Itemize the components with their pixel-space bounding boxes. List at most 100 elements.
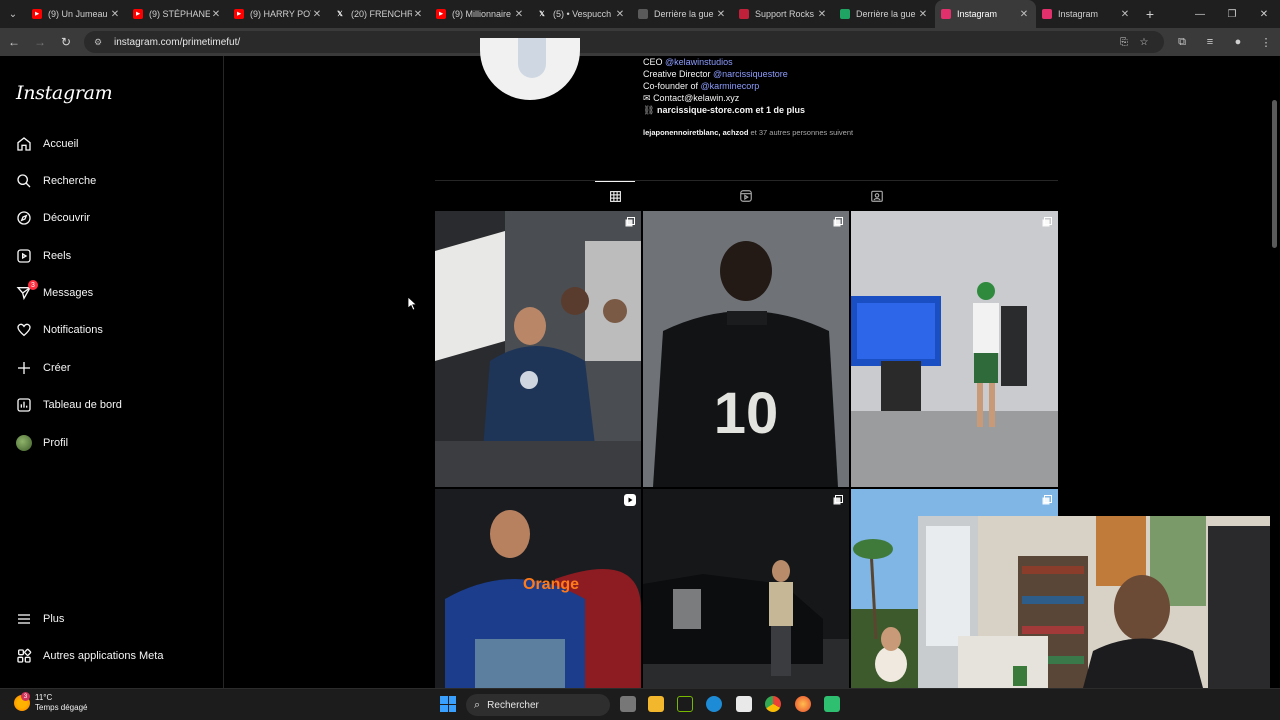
- sidebar-item-reels[interactable]: Reels: [16, 243, 71, 269]
- weather-badge: 3: [21, 692, 30, 701]
- maximize-icon[interactable]: ❐: [1216, 9, 1248, 20]
- sidebar-item-label: Plus: [43, 613, 65, 625]
- sidebar-item-profil[interactable]: Profil: [16, 430, 68, 456]
- browser-tab[interactable]: Instagram ✕: [1036, 0, 1137, 28]
- chrome-menu-icon[interactable]: ⋮: [1252, 36, 1280, 49]
- carousel-icon: [1041, 494, 1053, 506]
- chrome-icon[interactable]: [765, 696, 781, 712]
- close-window-icon[interactable]: ✕: [1248, 9, 1280, 20]
- sidebar-item-recherche[interactable]: Recherche: [16, 168, 96, 194]
- post-3[interactable]: [851, 211, 1058, 487]
- sidebar-item-notifications[interactable]: Notifications: [16, 317, 103, 343]
- browser-tab[interactable]: Derrière la gue ✕: [834, 0, 935, 28]
- browser-tab[interactable]: ▶ (9) Un Jumeau ✕: [26, 0, 127, 28]
- back-icon[interactable]: ←: [2, 30, 26, 54]
- new-tab-button[interactable]: +: [1137, 6, 1163, 22]
- sidebar-item-label: Accueil: [43, 138, 79, 150]
- nvidia-icon[interactable]: [677, 696, 693, 712]
- browser-tab[interactable]: Support Rocks ✕: [733, 0, 834, 28]
- sidebar-item-label: Reels: [43, 250, 72, 262]
- sidebar-item-plus[interactable]: Plus: [16, 606, 64, 632]
- browser-toolbar: ← → ↻ ⚙ instagram.com/primetimefut/ ⎘ ☆ …: [0, 28, 1280, 56]
- post-1[interactable]: [435, 211, 641, 487]
- close-tab-icon[interactable]: ✕: [412, 9, 424, 20]
- mouse-cursor-icon: [408, 297, 418, 311]
- sidebar-item-messages[interactable]: 3 Messages: [16, 280, 93, 306]
- reload-icon[interactable]: ↻: [54, 30, 78, 54]
- media-controls-icon[interactable]: ≡: [1196, 36, 1224, 49]
- minimize-icon[interactable]: —: [1184, 9, 1216, 20]
- edge-icon[interactable]: [706, 696, 722, 712]
- install-app-icon[interactable]: ⎘: [1114, 37, 1134, 48]
- jersey-sponsor: Orange: [523, 576, 579, 593]
- scrollbar-thumb[interactable]: [1272, 100, 1277, 248]
- tab-title: (9) HARRY POT: [250, 9, 311, 19]
- sidebar-item-label: Notifications: [43, 324, 103, 336]
- avatar: [16, 435, 32, 451]
- browser-tab[interactable]: Instagram ✕: [935, 0, 1036, 28]
- tab-reels[interactable]: [726, 181, 766, 211]
- bio-link-kelawinstudios[interactable]: @kelawinstudios: [665, 57, 733, 67]
- taskbar-search[interactable]: ⌕ Rechercher: [466, 694, 610, 716]
- reels-icon: [16, 248, 32, 264]
- weather-sun-icon: 3: [14, 692, 30, 711]
- sidebar-item-creer[interactable]: Créer: [16, 355, 71, 381]
- close-tab-icon[interactable]: ✕: [109, 9, 121, 20]
- profile-avatar[interactable]: [480, 38, 580, 100]
- browser-tab[interactable]: ▶ (9) HARRY POT ✕: [228, 0, 329, 28]
- webcam-overlay: [918, 516, 1280, 688]
- unread-badge: 3: [28, 280, 38, 290]
- firefox-icon[interactable]: [795, 696, 811, 712]
- browser-tab[interactable]: 𝕏 (5) • Vespucch ✕: [531, 0, 632, 28]
- store-icon[interactable]: [736, 696, 752, 712]
- weather-widget[interactable]: 3 11°C Temps dégagé: [14, 692, 87, 713]
- file-explorer-icon[interactable]: [648, 696, 664, 712]
- tab-search-icon[interactable]: ⌄: [0, 0, 26, 28]
- browser-tab[interactable]: Derrière la gue ✕: [632, 0, 733, 28]
- compass-icon: [16, 210, 32, 226]
- close-tab-icon[interactable]: ✕: [513, 9, 525, 20]
- post-4[interactable]: Orange: [435, 489, 641, 688]
- tab-title: (20) FRENCHRI: [351, 9, 412, 19]
- forward-icon[interactable]: →: [28, 30, 52, 54]
- post-5[interactable]: [643, 489, 849, 688]
- bio-link-karminecorp[interactable]: @karminecorp: [701, 81, 760, 91]
- close-tab-icon[interactable]: ✕: [816, 9, 828, 20]
- profile-icon[interactable]: ●: [1224, 36, 1252, 49]
- streaming-app-icon[interactable]: [824, 696, 840, 712]
- sidebar-item-tableau-de-bord[interactable]: Tableau de bord: [16, 392, 122, 418]
- close-tab-icon[interactable]: ✕: [311, 9, 323, 20]
- windows-start-icon[interactable]: [440, 696, 456, 712]
- website-link[interactable]: narcissique-store.com et 1 de plus: [657, 105, 805, 115]
- heart-icon: [16, 322, 32, 338]
- address-bar[interactable]: ⚙ instagram.com/primetimefut/ ⎘ ☆: [84, 31, 1164, 53]
- email-icon: ✉: [643, 93, 651, 103]
- tab-posts[interactable]: [595, 181, 635, 211]
- sidebar-item-meta-apps[interactable]: Autres applications Meta: [16, 643, 163, 669]
- browser-tab[interactable]: ▶ (9) STÉPHANE ✕: [127, 0, 228, 28]
- browser-tab[interactable]: ▶ (9) Millionnaire ✕: [430, 0, 531, 28]
- extensions-icon[interactable]: ⧉: [1168, 36, 1196, 49]
- close-tab-icon[interactable]: ✕: [715, 9, 727, 20]
- url-text[interactable]: instagram.com/primetimefut/: [114, 37, 1114, 48]
- close-tab-icon[interactable]: ✕: [1018, 9, 1030, 20]
- page-scrollbar[interactable]: [1270, 56, 1280, 688]
- post-2[interactable]: 10: [643, 211, 849, 487]
- close-tab-icon[interactable]: ✕: [1119, 9, 1131, 20]
- bio-link-narcissiquestore[interactable]: @narcissiquestore: [713, 69, 788, 79]
- sidebar-item-decouvrir[interactable]: Découvrir: [16, 205, 90, 231]
- tab-tagged[interactable]: [857, 181, 897, 211]
- instagram-logo[interactable]: Instagram: [16, 82, 113, 104]
- close-tab-icon[interactable]: ✕: [917, 9, 929, 20]
- bookmark-star-icon[interactable]: ☆: [1134, 37, 1154, 48]
- browser-tab[interactable]: 𝕏 (20) FRENCHRI ✕: [329, 0, 430, 28]
- followed-by[interactable]: lejaponennoiretblanc, achzod et 37 autre…: [643, 128, 853, 137]
- tab-title: (9) STÉPHANE: [149, 9, 210, 19]
- close-tab-icon[interactable]: ✕: [614, 9, 626, 20]
- site-settings-icon[interactable]: ⚙: [94, 37, 108, 48]
- task-view-icon[interactable]: [620, 696, 636, 712]
- youtube-icon: ▶: [133, 9, 143, 19]
- close-tab-icon[interactable]: ✕: [210, 9, 222, 20]
- x-icon: 𝕏: [337, 11, 343, 18]
- sidebar-item-accueil[interactable]: Accueil: [16, 131, 78, 157]
